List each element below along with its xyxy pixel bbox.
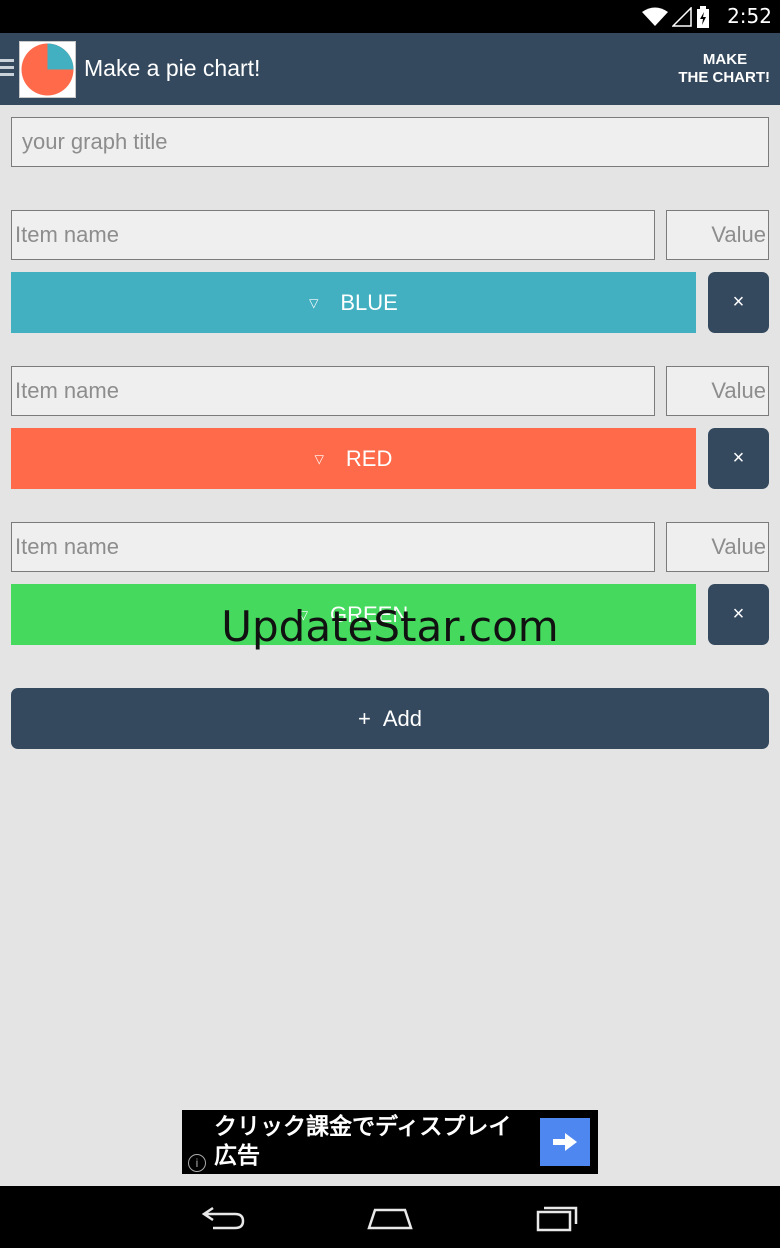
status-icons xyxy=(642,6,710,28)
make-chart-label-line1: MAKE xyxy=(702,51,748,68)
item-value-input[interactable] xyxy=(666,210,769,260)
color-label: GREEN xyxy=(329,601,409,627)
item-value-input[interactable] xyxy=(666,522,769,572)
ad-text-line2: 広告 xyxy=(214,1143,260,1169)
arrow-right-icon[interactable] xyxy=(540,1118,590,1166)
color-select-blue[interactable]: ▽ BLUE xyxy=(11,272,696,333)
item-name-input[interactable] xyxy=(11,366,655,416)
pie-chart-logo-icon[interactable] xyxy=(19,41,76,98)
dropdown-caret-icon: ▽ xyxy=(298,607,308,622)
close-icon: × xyxy=(732,603,745,625)
color-select-green[interactable]: ▽ GREEN xyxy=(11,584,696,645)
item-name-input[interactable] xyxy=(11,522,655,572)
app-title: Make a pie chart! xyxy=(84,55,261,81)
remove-item-button[interactable]: × xyxy=(708,428,769,489)
ad-banner[interactable]: クリック課金でディスプレイ 広告 i xyxy=(182,1110,598,1174)
color-label: BLUE xyxy=(340,289,398,315)
recents-icon[interactable] xyxy=(532,1200,582,1234)
make-the-chart-button[interactable]: MAKE THE CHART! xyxy=(660,51,770,87)
info-icon[interactable]: i xyxy=(188,1154,206,1172)
make-chart-label-line2: THE CHART! xyxy=(678,69,770,86)
home-icon[interactable] xyxy=(365,1200,415,1234)
item-name-input[interactable] xyxy=(11,210,655,260)
add-label: Add xyxy=(382,705,422,731)
back-icon[interactable] xyxy=(199,1200,249,1234)
ad-text: クリック課金でディスプレイ 広告 xyxy=(214,1113,534,1171)
remove-item-button[interactable]: × xyxy=(708,584,769,645)
ad-text-line1: クリック課金でディスプレイ xyxy=(214,1114,512,1140)
menu-icon[interactable] xyxy=(0,59,14,79)
wifi-icon xyxy=(642,7,668,26)
dropdown-caret-icon: ▽ xyxy=(314,451,324,466)
status-bar: 2:52 xyxy=(0,0,780,33)
item-value-input[interactable] xyxy=(666,366,769,416)
battery-charging-icon xyxy=(697,6,709,28)
plus-icon: + xyxy=(357,705,371,731)
close-icon: × xyxy=(732,447,745,469)
status-time: 2:52 xyxy=(727,4,772,28)
navigation-bar xyxy=(0,1186,780,1248)
color-label: RED xyxy=(345,445,393,471)
action-bar: Make a pie chart! MAKE THE CHART! xyxy=(0,33,780,105)
close-icon: × xyxy=(732,291,745,313)
signal-icon xyxy=(672,7,692,27)
dropdown-caret-icon: ▽ xyxy=(309,295,319,310)
add-item-button[interactable]: + Add xyxy=(11,688,769,749)
color-select-red[interactable]: ▽ RED xyxy=(11,428,696,489)
remove-item-button[interactable]: × xyxy=(708,272,769,333)
graph-title-input[interactable] xyxy=(11,117,769,167)
